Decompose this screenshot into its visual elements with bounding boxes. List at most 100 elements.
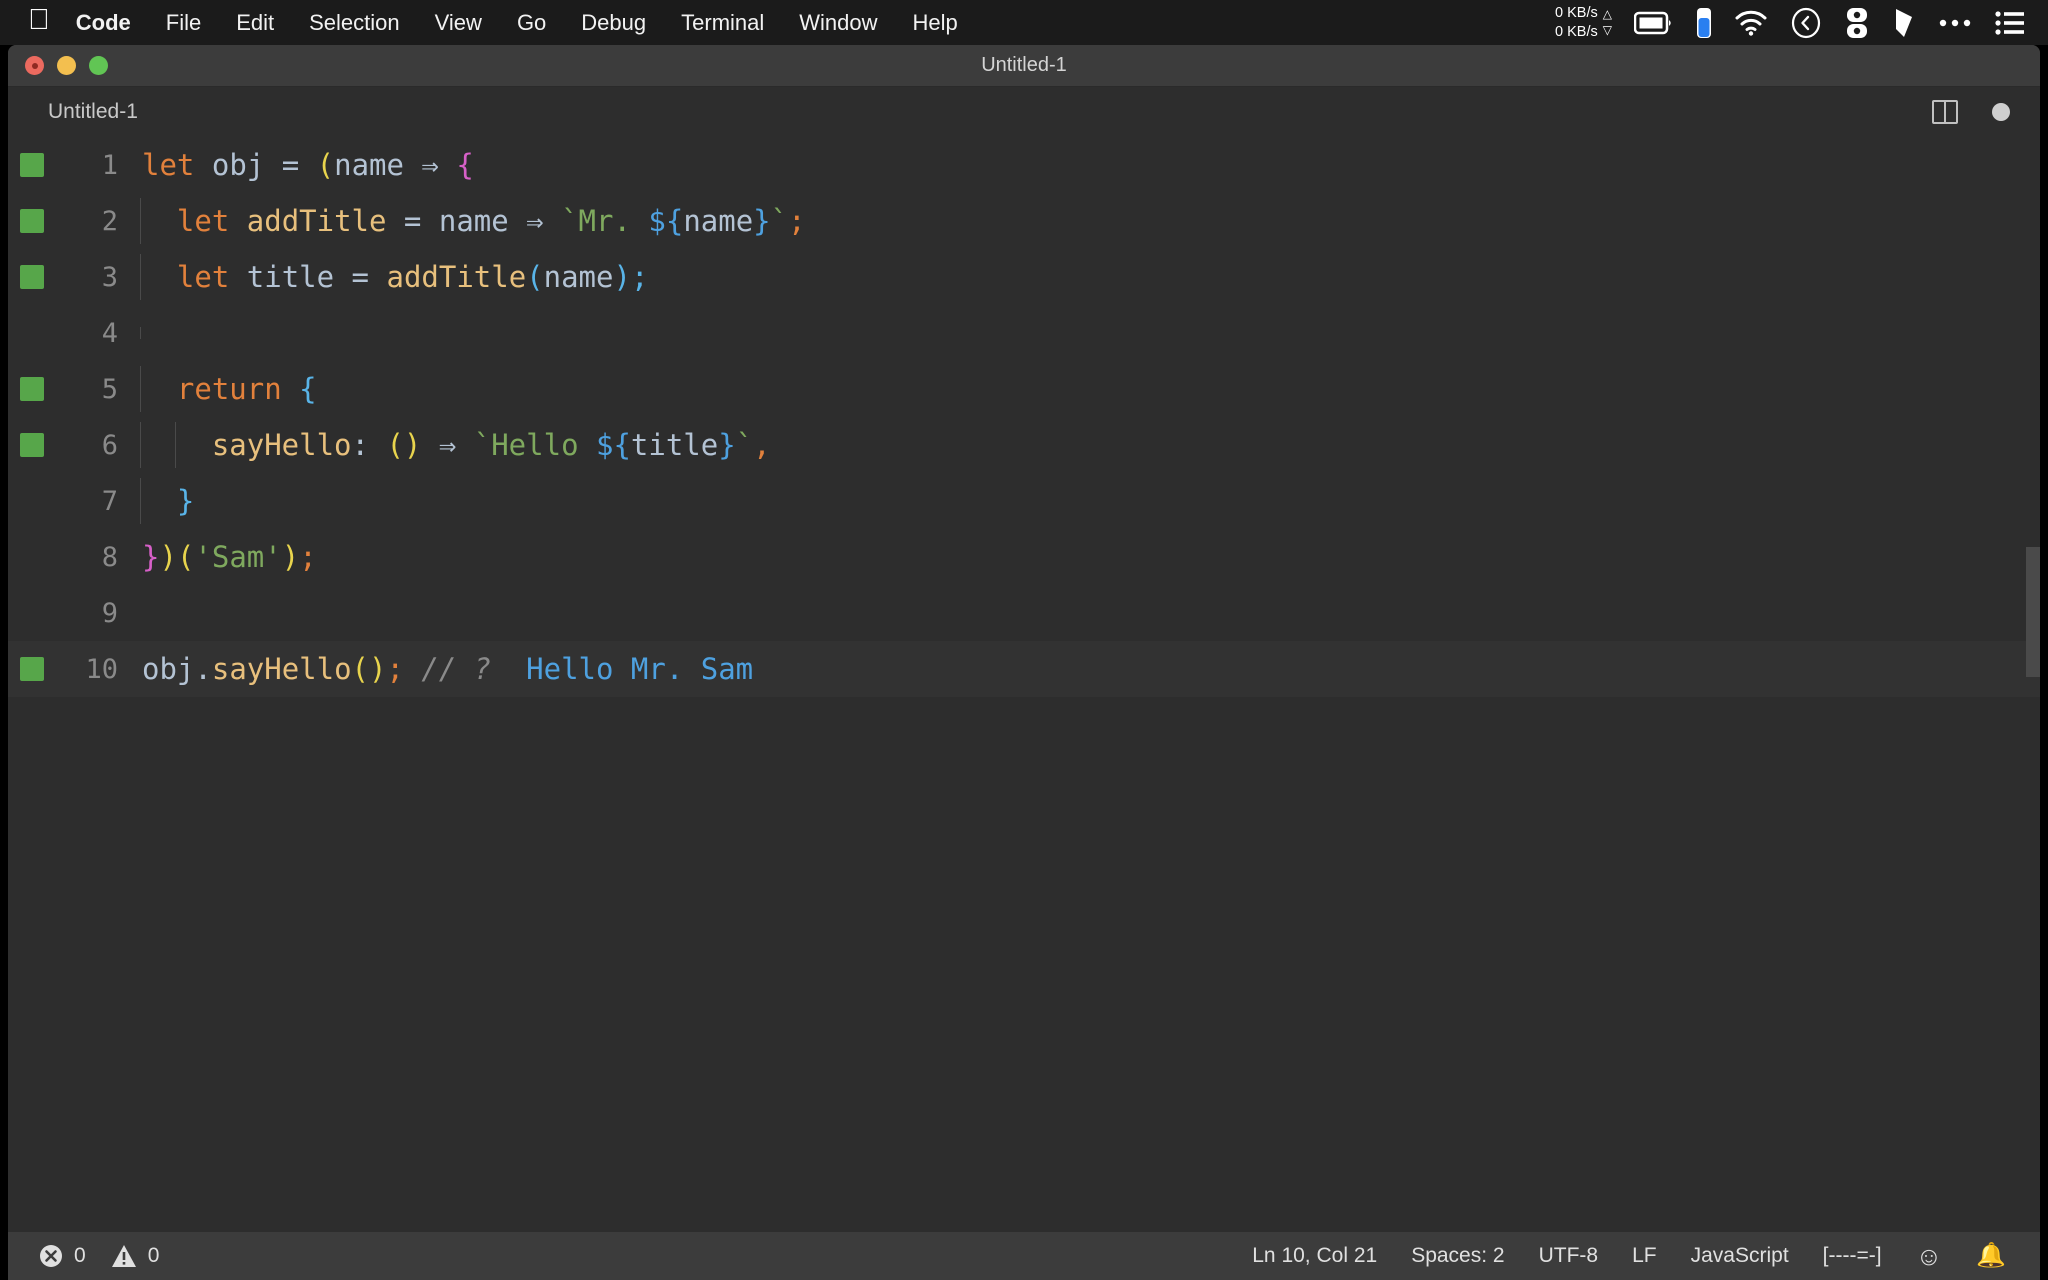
code-token: name xyxy=(543,260,614,294)
code-text: })('Sam'); xyxy=(138,540,317,574)
breakpoint-gutter[interactable] xyxy=(8,209,56,233)
dropbox-icon[interactable] xyxy=(1892,7,1916,39)
menu-item-help[interactable]: Help xyxy=(913,10,958,36)
code-lines-container: 1 let obj = (name ⇒ {2 let addTitle = nam… xyxy=(8,137,2040,697)
vscode-window: Untitled-1 Untitled-1 1 let obj = (name ⇒… xyxy=(8,45,2040,1280)
warning-count[interactable]: 0 xyxy=(148,1244,160,1268)
battery-icon[interactable] xyxy=(1634,11,1674,35)
split-editor-icon[interactable] xyxy=(1932,100,1958,124)
line-ending-setting[interactable]: LF xyxy=(1632,1244,1657,1268)
code-line[interactable]: 10 obj.sayHello(); // ? Hello Mr. Sam xyxy=(8,641,2040,697)
code-token: = xyxy=(264,148,317,182)
code-line[interactable]: 3 let title = addTitle(name); xyxy=(8,249,2040,305)
menu-item-edit[interactable]: Edit xyxy=(236,10,274,36)
code-token: name xyxy=(438,204,509,238)
code-token: ( xyxy=(526,260,544,294)
error-count[interactable]: 0 xyxy=(74,1244,86,1268)
toggl-icon[interactable] xyxy=(1844,7,1870,39)
line-number: 6 xyxy=(101,429,118,461)
breakpoint-gutter[interactable] xyxy=(8,265,56,289)
line-number: 3 xyxy=(101,261,118,293)
code-token: , xyxy=(753,428,771,462)
code-token: = xyxy=(334,260,387,294)
extension-status[interactable]: [----=-] xyxy=(1823,1244,1882,1268)
code-token: { xyxy=(299,372,317,406)
unsaved-dot-icon[interactable] xyxy=(1992,103,2010,121)
code-line[interactable]: 6 sayHello: () ⇒ `Hello ${title}`, xyxy=(8,417,2040,473)
indentation-setting[interactable]: Spaces: 2 xyxy=(1411,1244,1504,1268)
code-line[interactable]: 5 return { xyxy=(8,361,2040,417)
code-text: return { xyxy=(138,366,317,412)
wifi-icon[interactable] xyxy=(1734,10,1768,36)
code-token: ) xyxy=(281,540,300,574)
status-bar-right: Ln 10, Col 21 Spaces: 2 UTF-8 LF JavaScr… xyxy=(1252,1243,2040,1269)
code-token: let xyxy=(176,204,230,238)
clock-icon[interactable] xyxy=(1790,7,1822,39)
code-token: title xyxy=(246,260,335,294)
code-line[interactable]: 8 })('Sam'); xyxy=(8,529,2040,585)
editor-scrollbar[interactable] xyxy=(2026,547,2040,677)
code-token: ⇒ xyxy=(403,148,457,182)
network-speed-indicator[interactable]: 0 KB/s 0 KB/s △ ▽ xyxy=(1555,4,1612,40)
code-token: ` xyxy=(770,204,789,238)
code-token: : xyxy=(351,428,387,462)
status-bar-left: 0 0 xyxy=(38,1243,159,1269)
breakpoint-marker-icon[interactable] xyxy=(20,265,44,289)
menu-item-debug[interactable]: Debug xyxy=(581,10,646,36)
line-number: 8 xyxy=(101,541,118,573)
code-token: ; xyxy=(386,652,404,686)
code-token: `Mr. xyxy=(561,204,649,238)
battery-level-icon[interactable] xyxy=(1696,7,1712,39)
breakpoint-marker-icon[interactable] xyxy=(20,153,44,177)
code-line[interactable]: 1 let obj = (name ⇒ { xyxy=(8,137,2040,193)
menu-item-code[interactable]: Code xyxy=(76,10,131,36)
code-text: let title = addTitle(name); xyxy=(138,254,649,300)
breakpoint-marker-icon[interactable] xyxy=(20,377,44,401)
bell-icon[interactable]: 🔔 xyxy=(1976,1244,2006,1268)
code-token: obj xyxy=(211,148,265,182)
code-text: let addTitle = name ⇒ `Mr. ${name}`; xyxy=(138,198,806,244)
code-token: ; xyxy=(630,260,649,294)
cursor-position[interactable]: Ln 10, Col 21 xyxy=(1252,1244,1377,1268)
code-token: let xyxy=(176,260,230,294)
error-circle-icon[interactable] xyxy=(38,1243,64,1269)
code-token: `Hello xyxy=(473,428,596,462)
code-line[interactable]: 2 let addTitle = name ⇒ `Mr. ${name}`; xyxy=(8,193,2040,249)
smiley-icon[interactable]: ☺ xyxy=(1916,1243,1943,1269)
breakpoint-marker-icon[interactable] xyxy=(20,209,44,233)
breakpoint-gutter[interactable] xyxy=(8,153,56,177)
menu-item-view[interactable]: View xyxy=(435,10,482,36)
code-token: sayHello xyxy=(211,428,352,462)
encoding-setting[interactable]: UTF-8 xyxy=(1539,1244,1599,1268)
warning-triangle-icon[interactable] xyxy=(110,1243,138,1269)
apple-logo-icon[interactable]:  xyxy=(28,5,50,35)
menu-item-go[interactable]: Go xyxy=(517,10,546,36)
code-editor[interactable]: 1 let obj = (name ⇒ {2 let addTitle = nam… xyxy=(8,137,2040,1232)
breakpoint-marker-icon[interactable] xyxy=(20,657,44,681)
menu-item-terminal[interactable]: Terminal xyxy=(681,10,764,36)
breakpoint-marker-icon[interactable] xyxy=(20,433,44,457)
breakpoint-gutter[interactable] xyxy=(8,657,56,681)
breakpoint-gutter[interactable] xyxy=(8,377,56,401)
breakpoint-gutter[interactable] xyxy=(8,433,56,457)
code-token: sayHello xyxy=(211,652,352,686)
control-center-icon[interactable] xyxy=(1994,10,2026,36)
menu-item-file[interactable]: File xyxy=(166,10,201,36)
code-line[interactable]: 9 xyxy=(8,585,2040,641)
code-line[interactable]: 4 xyxy=(8,305,2040,361)
menu-item-selection[interactable]: Selection xyxy=(309,10,400,36)
code-token: { xyxy=(456,148,474,182)
code-token: ( xyxy=(316,148,335,182)
menu-item-window[interactable]: Window xyxy=(799,10,877,36)
code-text: sayHello: () ⇒ `Hello ${title}`, xyxy=(138,422,771,468)
ellipsis-icon[interactable] xyxy=(1938,17,1972,29)
tab-untitled-1[interactable]: Untitled-1 xyxy=(8,87,160,137)
window-title-bar: Untitled-1 xyxy=(8,45,2040,87)
line-number: 9 xyxy=(101,597,118,629)
code-line[interactable]: 7 } xyxy=(8,473,2040,529)
language-mode[interactable]: JavaScript xyxy=(1691,1244,1789,1268)
code-token: addTitle xyxy=(386,260,527,294)
